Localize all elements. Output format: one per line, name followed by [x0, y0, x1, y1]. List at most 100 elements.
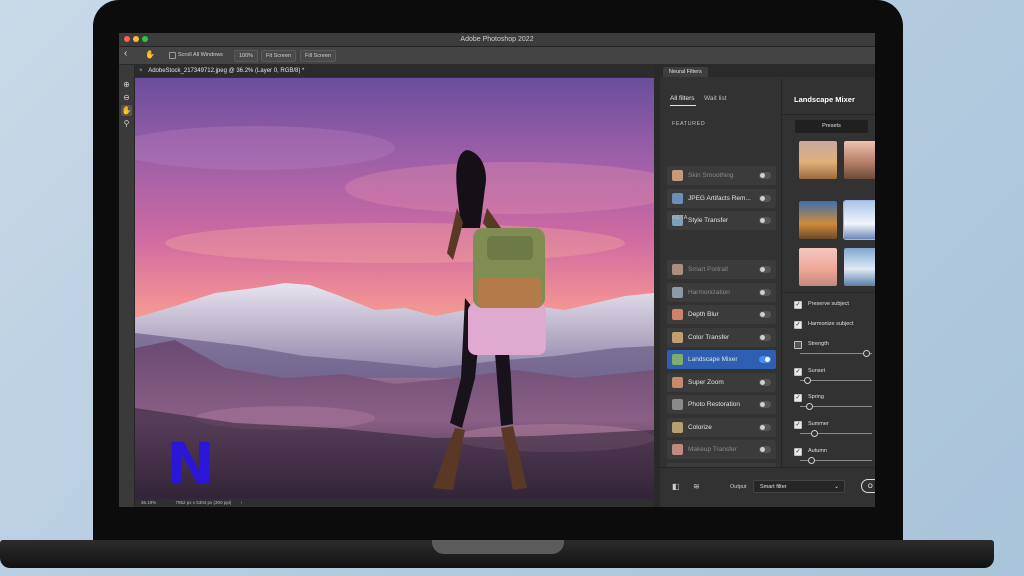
filter-toggle[interactable] [759, 378, 771, 386]
settings-separator [782, 114, 875, 115]
option-slider-track[interactable] [800, 430, 872, 437]
preview-split-icon[interactable]: ◧ [672, 482, 680, 491]
presets-button[interactable]: Presets [795, 120, 868, 133]
scroll-all-windows-checkbox[interactable] [169, 52, 176, 59]
output-select[interactable]: Smart filter ⌄ [753, 480, 845, 493]
brand-logo: N [166, 430, 215, 498]
option-slider-knob[interactable] [811, 430, 819, 437]
filter-thumbnail-icon [672, 286, 683, 298]
filter-item-depth-blur[interactable]: Depth Blur [667, 305, 776, 324]
filter-toggle[interactable] [759, 311, 771, 318]
ok-button[interactable]: O [861, 479, 875, 493]
preset-thumbnail-winter[interactable] [843, 200, 875, 240]
ok-button-label: O [868, 484, 873, 490]
option-label: Harmonize subject [808, 321, 854, 327]
title-bar: Adobe Photoshop 2022 [119, 33, 875, 47]
filter-label: Color Transfer [688, 333, 730, 341]
filter-label: JPEG Artifacts Rem... [688, 194, 751, 202]
filter-toggle[interactable] [759, 356, 771, 363]
option-slider-track[interactable] [800, 350, 872, 357]
filter-label: Smart Portrait [688, 266, 729, 273]
filter-item-skin-smoothing[interactable]: Skin Smoothing [667, 166, 776, 185]
filter-toggle[interactable] [759, 333, 771, 341]
option-checkbox[interactable]: ✓ [794, 368, 802, 376]
options-bar: ‹ ✋ Scroll All Windows 100% Fit Screen F… [119, 47, 875, 65]
tab-wait-list[interactable]: Wait list [704, 95, 727, 102]
window-title: Adobe Photoshop 2022 [460, 36, 534, 43]
filter-thumbnail-icon [672, 170, 683, 181]
option-checkbox[interactable] [794, 341, 802, 349]
filter-item-harmonization[interactable]: Harmonization [667, 282, 776, 302]
preset-thumbnail-pink-sky[interactable] [799, 248, 837, 286]
document-tab[interactable]: × AdobeStock_217349712.jpeg @ 36.2% (Lay… [135, 65, 659, 77]
option-slider-track[interactable] [800, 403, 872, 410]
filter-toggle[interactable] [759, 217, 771, 224]
filter-item-landscape-mixer[interactable]: Landscape Mixer [667, 350, 776, 369]
filter-thumbnail-icon [672, 192, 683, 204]
filter-label: Photo Restoration [688, 401, 741, 408]
fill-screen-button[interactable]: Fill Screen [300, 50, 336, 62]
option-slider-knob[interactable] [806, 403, 814, 410]
magnifier-icon[interactable]: ⚲ [121, 118, 132, 129]
filter-label: Skin Smoothing [688, 172, 734, 179]
filter-label: Super Zoom [688, 378, 724, 386]
fit-screen-button[interactable]: Fit Screen [261, 50, 297, 62]
beta-heading: BETA [672, 215, 688, 221]
filter-item-makeup-transfer[interactable]: Makeup Transfer [667, 440, 776, 459]
filter-item-photo-restoration[interactable]: Photo Restoration [667, 395, 776, 414]
filter-toggle[interactable] [759, 401, 771, 408]
filter-toggle[interactable] [759, 423, 771, 431]
option-checkbox[interactable]: ✓ [794, 321, 802, 329]
zoom-window-button[interactable] [142, 36, 148, 42]
filter-settings: Landscape Mixer Presets ✓ Preserve subjec… [782, 78, 875, 467]
option-label: Spring [808, 394, 824, 400]
option-slider-knob[interactable] [804, 377, 812, 384]
option-checkbox[interactable]: ✓ [794, 301, 802, 309]
filter-thumbnail-icon [672, 376, 683, 388]
zoom-100-button[interactable]: 100% [234, 50, 259, 62]
filter-toggle[interactable] [759, 446, 771, 453]
filter-item-jpeg-artifacts-rem[interactable]: JPEG Artifacts Rem... [667, 188, 776, 208]
status-arrow-icon[interactable]: › [241, 500, 243, 505]
minimize-window-button[interactable] [133, 36, 139, 42]
option-slider-knob[interactable] [807, 457, 815, 464]
filter-label: Colorize [688, 423, 712, 431]
filter-item-smart-portrait[interactable]: Smart Portrait [667, 260, 776, 279]
preset-thumbnail-snow-lake[interactable] [844, 248, 875, 286]
option-checkbox[interactable]: ✓ [794, 394, 802, 402]
neural-filters-panel-tab[interactable]: Neural Filters [663, 67, 708, 77]
close-window-button[interactable] [124, 36, 130, 42]
option-checkbox[interactable]: ✓ [794, 421, 802, 429]
hand-tool-icon[interactable]: ✋ [121, 105, 132, 116]
filter-toggle[interactable] [759, 172, 771, 179]
neural-filters-footer: ◧ ≋ Output Smart filter ⌄ O [660, 467, 875, 507]
filter-label: Makeup Transfer [688, 446, 737, 453]
filter-item-colorize[interactable]: Colorize [667, 417, 776, 437]
preset-thumbnail-desert[interactable] [799, 141, 837, 179]
zoom-in-icon[interactable]: ⊕ [121, 79, 132, 90]
panel-tab-strip: Neural Filters [660, 65, 875, 77]
option-checkbox[interactable]: ✓ [794, 448, 802, 456]
zoom-out-icon[interactable]: ⊖ [121, 92, 132, 103]
filter-thumbnail-icon [672, 354, 683, 365]
close-tab-icon[interactable]: × [139, 68, 143, 74]
filter-item-color-transfer[interactable]: Color Transfer [667, 327, 776, 347]
status-zoom[interactable]: 36.19% [141, 500, 156, 505]
layers-icon[interactable]: ≋ [693, 482, 700, 491]
filter-item-super-zoom[interactable]: Super Zoom [667, 372, 776, 392]
hand-tool-icon[interactable]: ✋ [145, 50, 155, 59]
tab-all-filters[interactable]: All filters [670, 95, 695, 102]
option-slider-knob[interactable] [863, 350, 871, 357]
filter-toggle[interactable] [759, 288, 771, 296]
output-label: Output [730, 484, 747, 490]
filter-thumbnail-icon [672, 399, 683, 410]
filter-toggle[interactable] [759, 266, 771, 273]
preset-thumbnail-canyon[interactable] [844, 141, 875, 179]
filters-list: All filters Wait list FEATURED Skin Smoo… [660, 78, 781, 482]
preset-thumbnail-autumn-lake[interactable] [799, 201, 837, 239]
photoshop-window: Adobe Photoshop 2022 ‹ ✋ Scroll All Wind… [119, 33, 875, 507]
option-slider-track[interactable] [800, 377, 872, 384]
option-slider-track[interactable] [800, 457, 872, 464]
back-arrow-icon[interactable]: ‹ [124, 48, 127, 59]
filter-toggle[interactable] [759, 194, 771, 202]
